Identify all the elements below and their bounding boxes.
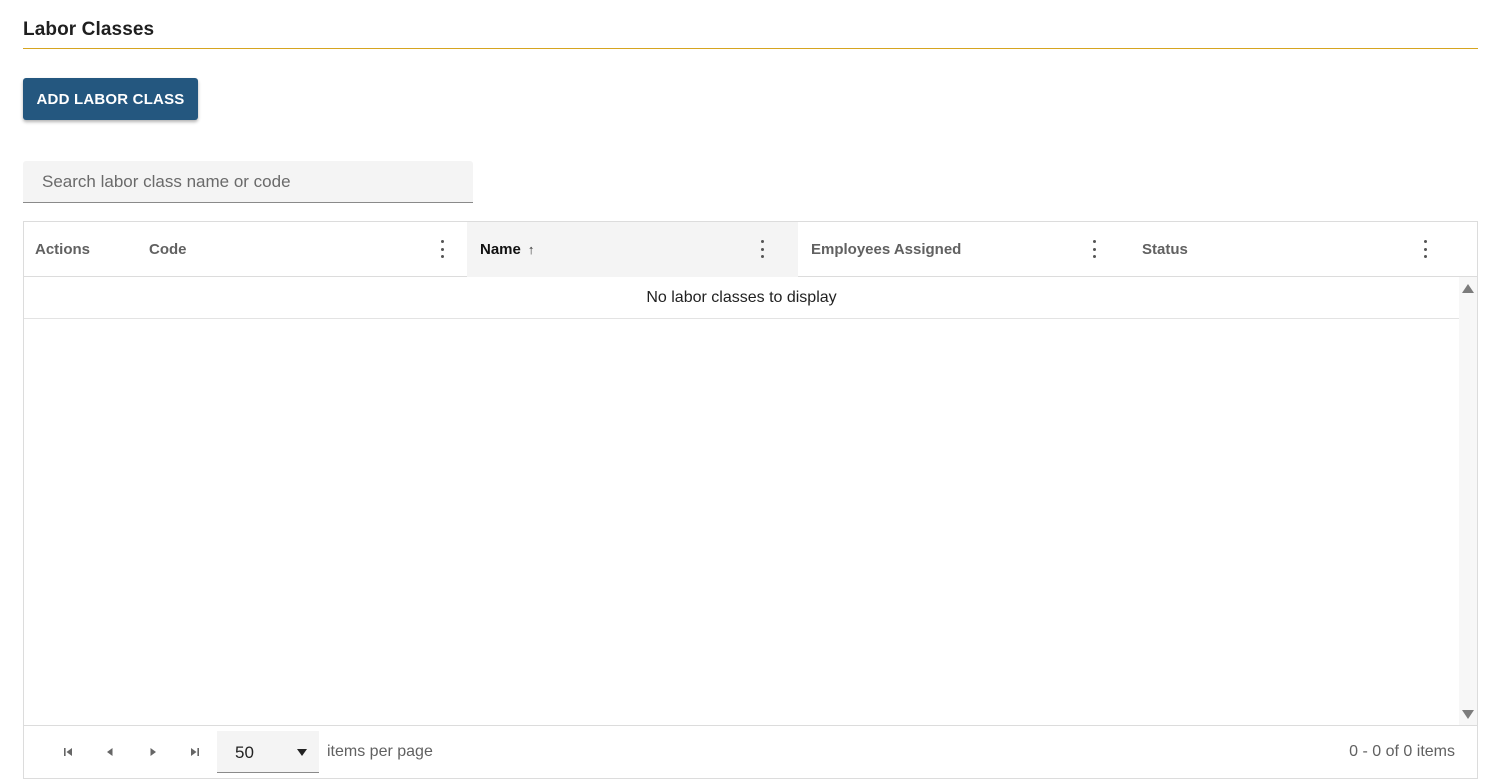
grid-body: No labor classes to display [24,277,1477,725]
column-label: Employees Assigned [811,241,962,258]
page-title: Labor Classes [23,19,155,40]
pager-info: 0 - 0 of 0 items [1349,743,1455,760]
pager: 50 items per page 0 - 0 of 0 items [24,725,1477,778]
last-page-icon[interactable] [185,741,205,763]
empty-message: No labor classes to display [24,277,1459,319]
next-page-icon[interactable] [143,741,163,763]
column-label: Name [480,241,521,258]
search-input[interactable] [23,161,473,202]
column-menu-icon[interactable] [1420,240,1430,258]
page-size-value: 50 [235,743,254,762]
column-menu-icon[interactable] [437,240,447,258]
arrow-up-icon: ↑ [527,242,535,257]
grid-header: Actions Code Name ↑ Employees Assigned S… [24,222,1477,277]
first-page-icon[interactable] [58,741,78,763]
column-header-name[interactable]: Name ↑ [467,222,798,277]
scroll-up-icon[interactable] [1462,284,1474,293]
previous-page-icon[interactable] [100,741,120,763]
column-header-employees-assigned[interactable]: Employees Assigned [798,222,1129,277]
column-label: Code [149,241,187,258]
labor-classes-grid: Actions Code Name ↑ Employees Assigned S… [23,221,1478,779]
title-divider [23,48,1478,49]
column-label: Status [1142,241,1188,258]
scroll-down-icon[interactable] [1462,710,1474,719]
vertical-scrollbar[interactable] [1459,277,1477,725]
search-field [23,161,473,203]
items-per-page-label: items per page [327,743,433,760]
column-menu-icon[interactable] [1089,240,1099,258]
column-header-code[interactable]: Code [137,222,467,277]
caret-down-icon [297,749,307,756]
column-header-status[interactable]: Status [1129,222,1477,277]
labor-classes-page: Labor Classes ADD LABOR CLASS Actions Co… [0,0,1492,781]
column-header-actions: Actions [24,222,137,277]
page-size-select[interactable]: 50 [217,731,319,773]
add-labor-class-button[interactable]: ADD LABOR CLASS [23,78,198,120]
column-menu-icon[interactable] [757,240,767,258]
column-label: Actions [35,241,91,258]
